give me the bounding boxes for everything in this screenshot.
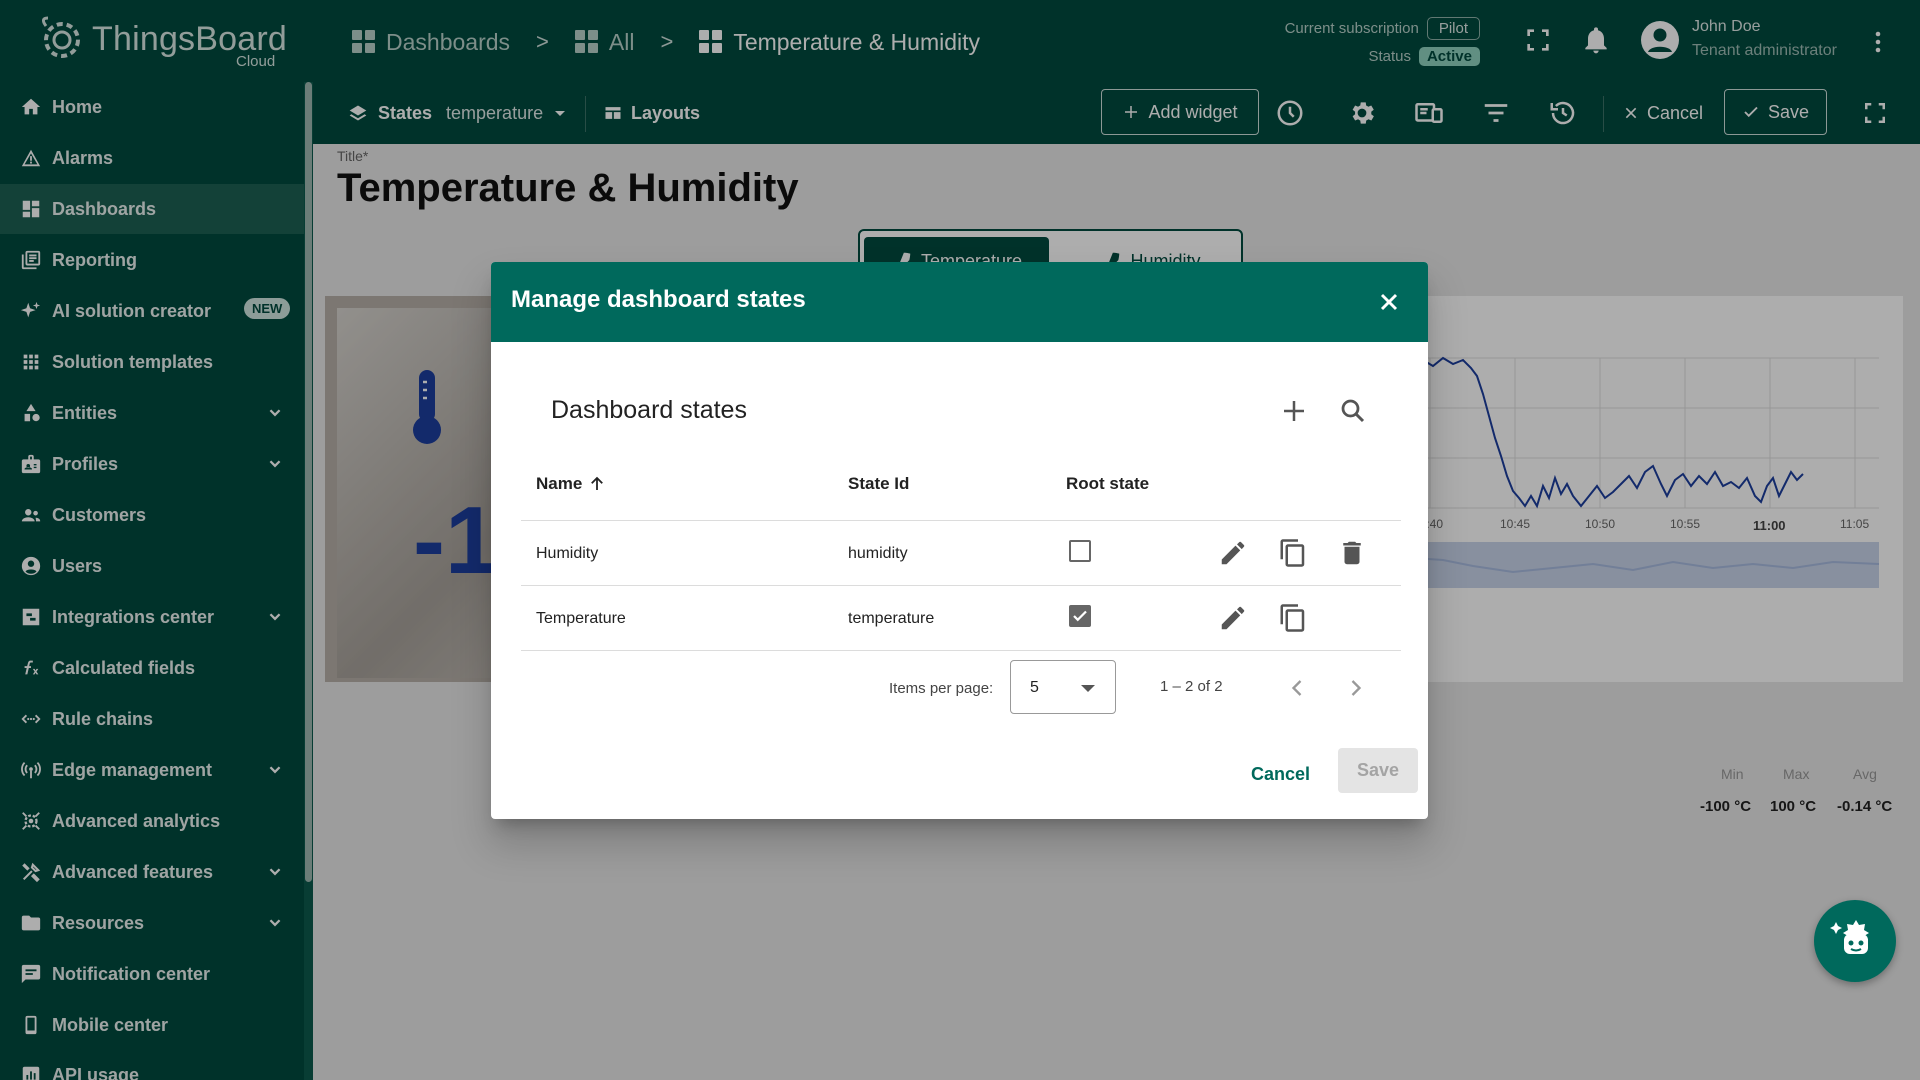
table-divider <box>521 650 1401 651</box>
add-state-icon[interactable] <box>1279 396 1309 426</box>
chevron-left-icon[interactable] <box>1283 674 1311 702</box>
table-cell-name: Humidity <box>536 545 599 562</box>
robot-assistant-icon <box>1830 920 1869 954</box>
column-header-root-state[interactable]: Root state <box>1066 474 1149 494</box>
edit-pencil-icon[interactable] <box>1218 603 1248 633</box>
copy-icon[interactable] <box>1278 603 1308 633</box>
chevron-right-icon[interactable] <box>1342 674 1370 702</box>
items-per-page-select[interactable]: 5 <box>1010 660 1116 714</box>
column-header-name[interactable]: Name <box>536 474 606 494</box>
close-icon[interactable] <box>1375 288 1403 316</box>
table-divider <box>521 520 1401 521</box>
copy-icon[interactable] <box>1278 538 1308 568</box>
search-icon[interactable] <box>1338 396 1368 426</box>
ai-assistant-fab[interactable] <box>1814 900 1896 982</box>
sort-arrow-up-icon <box>591 476 604 490</box>
table-cell-name: Temperature <box>536 610 626 627</box>
table-title: Dashboard states <box>551 396 747 424</box>
check-icon <box>1073 610 1087 622</box>
root-state-checkbox[interactable] <box>1069 540 1091 562</box>
root-state-checkbox[interactable] <box>1069 605 1091 627</box>
manage-states-dialog: Manage dashboard states Dashboard states… <box>491 262 1428 819</box>
dialog-cancel-button[interactable]: Cancel <box>1251 764 1310 785</box>
table-divider <box>521 585 1401 586</box>
dialog-header: Manage dashboard states <box>491 262 1428 342</box>
table-cell-state-id: temperature <box>848 610 935 627</box>
column-header-state-id[interactable]: State Id <box>848 474 909 494</box>
dialog-save-button[interactable]: Save <box>1338 748 1418 793</box>
dropdown-arrow-icon <box>1081 685 1095 692</box>
delete-trash-icon[interactable] <box>1337 538 1367 568</box>
dialog-title: Manage dashboard states <box>511 286 806 313</box>
table-cell-state-id: humidity <box>848 545 908 562</box>
pagination-range: 1 – 2 of 2 <box>1160 678 1223 695</box>
edit-pencil-icon[interactable] <box>1218 538 1248 568</box>
items-per-page-label: Items per page: <box>889 680 994 697</box>
